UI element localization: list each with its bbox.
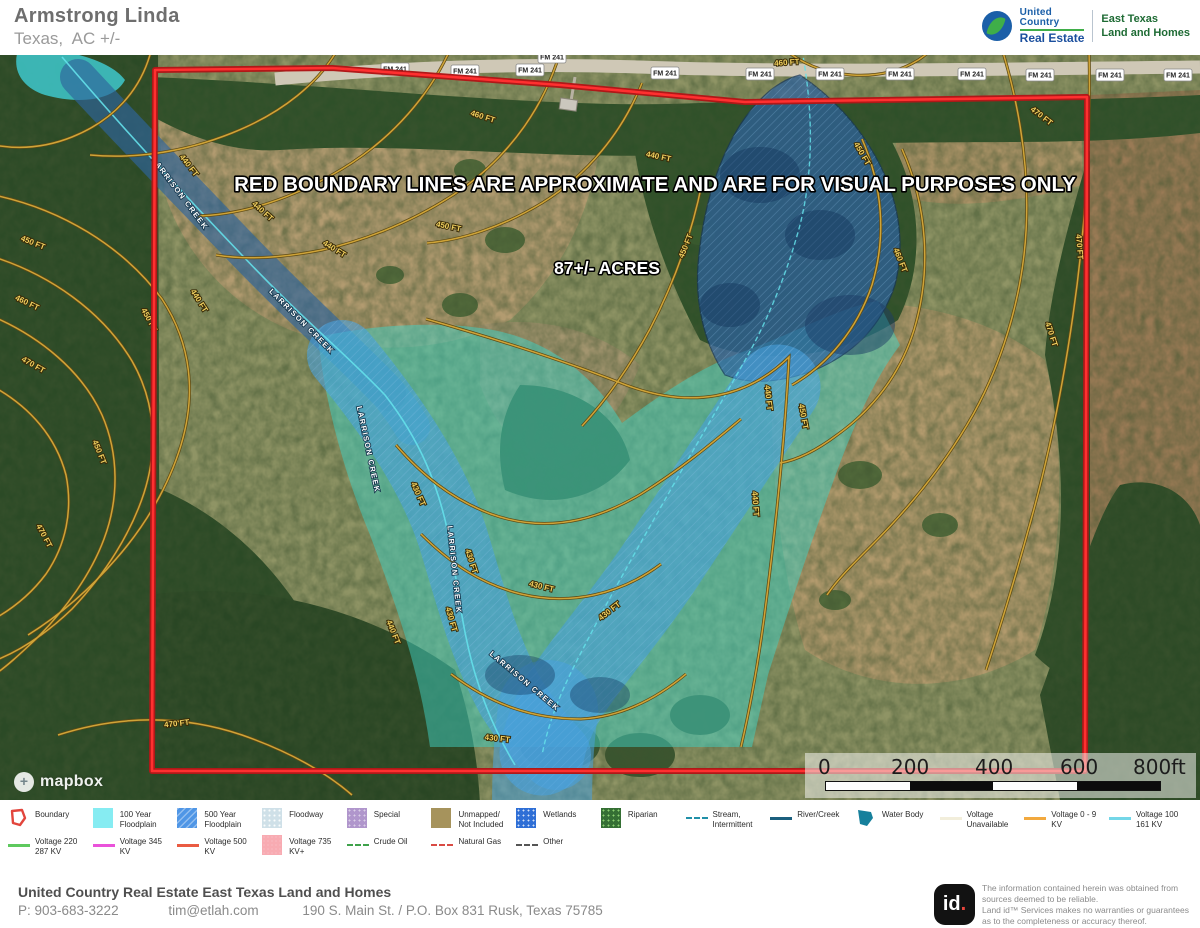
united-country-leaf-icon	[982, 11, 1012, 41]
footer-company-name: United Country Real Estate East Texas La…	[18, 884, 391, 900]
road-shield-label: FM 241	[653, 71, 677, 78]
united-country-logo: United Country Real Estate East Texas La…	[982, 8, 1190, 44]
map-legend: Boundary 100 Year Floodplain 500 Year Fl…	[0, 801, 1200, 880]
swatch-voltage-220-287-line	[8, 844, 30, 847]
swatch-voltage-735	[262, 835, 282, 855]
swatch-voltage-0-9-line	[1024, 817, 1046, 820]
footer-disclaimer: The information contained herein was obt…	[982, 883, 1197, 927]
brand-region-line2: Land and Homes	[1101, 26, 1190, 40]
swatch-stream-line	[686, 817, 708, 819]
legend-item-500yr-floodplain: 500 Year Floodplain	[177, 808, 262, 829]
swatch-river-line	[770, 817, 792, 820]
road-shield-label: FM 241	[960, 72, 984, 79]
map-canvas: 460 FT 450 FT 440 FT 460 FT 450 FT 450 F…	[0, 55, 1200, 800]
water-body-icon	[855, 808, 877, 828]
scale-tick: 200	[891, 755, 929, 779]
legend-item-voltage-220-287: Voltage 220 287 KV	[8, 835, 93, 856]
swatch-crude-oil-line	[347, 844, 369, 846]
legend-item-voltage-unavailable: Voltage Unavailable	[940, 808, 1025, 829]
wetlands-patch	[805, 295, 895, 355]
svg-text:460 FT: 460 FT	[774, 57, 800, 68]
road-shield-label: FM 241	[1098, 73, 1122, 80]
swatch-natural-gas-line	[431, 844, 453, 846]
legend-item-unmapped: Unmapped/ Not Included	[431, 808, 516, 829]
legend-item-voltage-100-161: Voltage 100 161 KV	[1109, 808, 1194, 829]
legend-item-floodway: Floodway	[262, 808, 347, 829]
scale-bar: 0 200 400 600 800ft	[805, 753, 1196, 798]
legend-item-water-body: Water Body	[855, 808, 940, 829]
road-shield-label: FM 241	[818, 72, 842, 79]
legend-item-100yr-floodplain: 100 Year Floodplain	[93, 808, 178, 829]
footer-email[interactable]: tim@etlah.com	[168, 903, 258, 918]
scale-bar-segments	[825, 781, 1161, 791]
land-id-logo: id.	[934, 884, 975, 925]
footer-contact-line: P: 903-683-3222 tim@etlah.com 190 S. Mai…	[18, 903, 603, 918]
swatch-voltage-345-line	[93, 844, 115, 847]
legend-item-river-creek: River/Creek	[770, 808, 855, 829]
footer-phone: P: 903-683-3222	[18, 903, 119, 918]
page-subtitle: Texas, AC +/-	[14, 29, 120, 49]
legend-item-stream-intermittent: Stream, Intermittent	[686, 808, 771, 829]
acreage-text: 87+/- ACRES	[554, 258, 660, 278]
swatch-100yr	[93, 808, 113, 828]
scale-tick: 600	[1060, 755, 1098, 779]
wetlands-patch	[785, 210, 855, 260]
report-header: Armstrong Linda Texas, AC +/- United Cou…	[0, 0, 1200, 55]
scale-tick: 800ft	[1133, 755, 1186, 779]
boundary-outline-icon	[8, 808, 30, 828]
brand-divider	[1092, 10, 1093, 42]
footer-address: 190 S. Main St. / P.O. Box 831 Rusk, Tex…	[302, 903, 602, 918]
legend-item-wetlands: Wetlands	[516, 808, 601, 829]
building-roof	[559, 98, 577, 111]
legend-item-voltage-735: Voltage 735 KV+	[262, 835, 347, 856]
swatch-unmapped	[431, 808, 451, 828]
swatch-500yr	[177, 808, 197, 828]
swatch-voltage-500-line	[177, 844, 199, 847]
mapbox-attribution: mapbox	[14, 772, 103, 792]
legend-row-1: Boundary 100 Year Floodplain 500 Year Fl…	[8, 808, 1200, 829]
legend-item-crude-oil: Crude Oil	[347, 835, 432, 856]
wetlands-patch	[700, 283, 760, 327]
road-shield-label: FM 241	[748, 72, 772, 79]
legend-item-voltage-0-9: Voltage 0 - 9 KV	[1024, 808, 1109, 829]
report-footer: United Country Real Estate East Texas La…	[0, 880, 1200, 928]
scale-tick: 0	[818, 755, 831, 779]
road-shield-label: FM 241	[888, 72, 912, 79]
swatch-voltage-100-161-line	[1109, 817, 1131, 820]
page-title: Armstrong Linda	[14, 5, 180, 28]
road-shield-label: FM 241	[540, 55, 564, 62]
swatch-voltage-unavailable-line	[940, 817, 962, 820]
legend-item-natural-gas: Natural Gas	[431, 835, 516, 856]
land-id-map-report: Armstrong Linda Texas, AC +/- United Cou…	[0, 0, 1200, 928]
legend-item-boundary: Boundary	[8, 808, 93, 829]
property-map: 460 FT 450 FT 440 FT 460 FT 450 FT 450 F…	[0, 55, 1200, 800]
brand-org-line3: Real Estate	[1020, 29, 1085, 44]
boundary-disclaimer-text: RED BOUNDARY LINES ARE APPROXIMATE AND A…	[234, 173, 1076, 196]
legend-item-voltage-500: Voltage 500 KV	[177, 835, 262, 856]
scale-tick: 400	[975, 755, 1013, 779]
road-shield-label: FM 241	[518, 68, 542, 75]
svg-text:440 FT: 440 FT	[750, 491, 761, 517]
legend-item-special: Special	[347, 808, 432, 829]
swatch-riparian	[601, 808, 621, 828]
swatch-wetlands	[516, 808, 536, 828]
brand-region-line1: East Texas	[1101, 12, 1190, 26]
legend-item-other: Other	[516, 835, 601, 856]
legend-item-riparian: Riparian	[601, 808, 686, 829]
road-shield-label: FM 241	[1166, 73, 1190, 80]
swatch-special	[347, 808, 367, 828]
road-shield-label: FM 241	[1028, 73, 1052, 80]
mapbox-wordmark: mapbox	[40, 773, 103, 791]
mapbox-icon	[14, 772, 34, 792]
legend-row-2: Voltage 220 287 KV Voltage 345 KV Voltag…	[8, 835, 1200, 856]
wetlands-patch	[570, 677, 630, 713]
swatch-other-line	[516, 844, 538, 846]
brand-org-line2: Country	[1020, 18, 1085, 28]
legend-item-voltage-345: Voltage 345 KV	[93, 835, 178, 856]
swatch-floodway	[262, 808, 282, 828]
svg-text:470 FT: 470 FT	[1074, 234, 1085, 260]
